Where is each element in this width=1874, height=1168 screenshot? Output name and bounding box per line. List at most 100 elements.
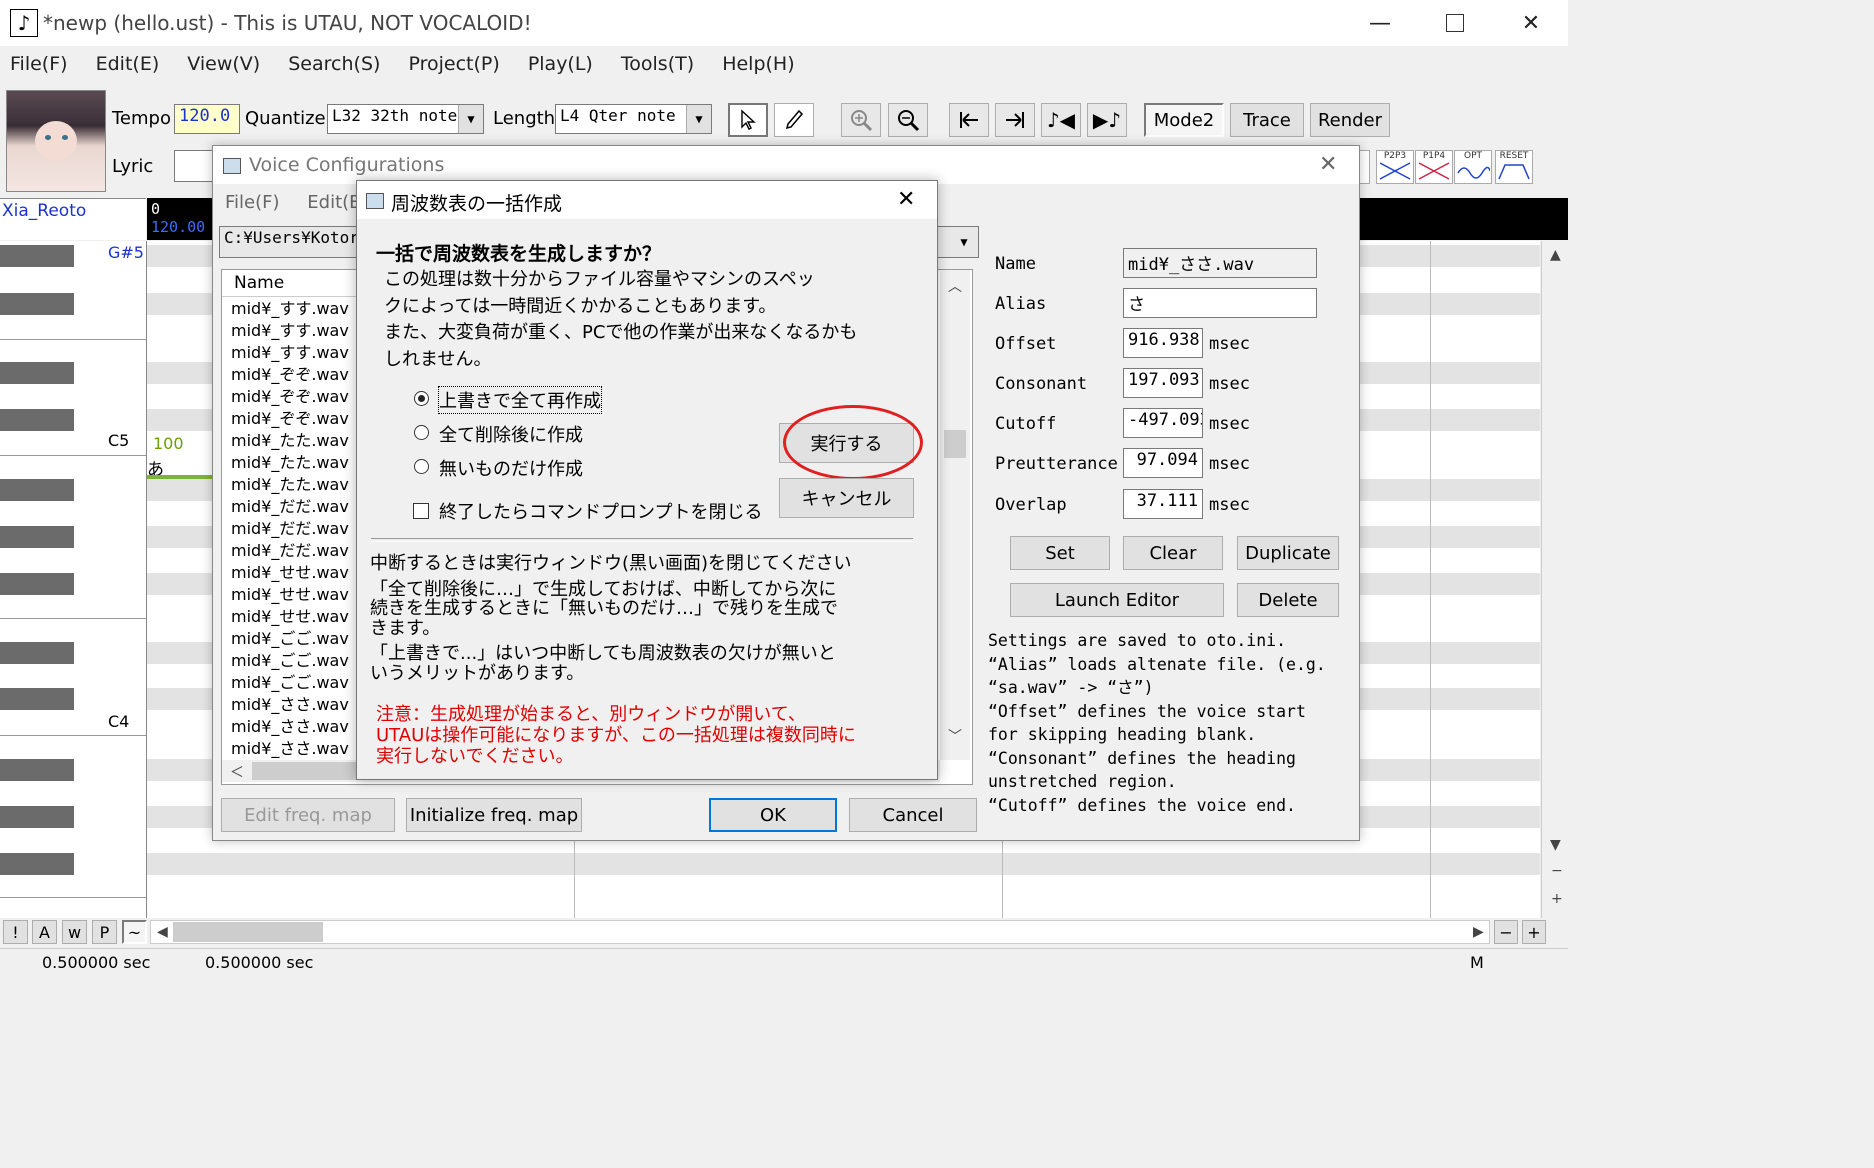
note-velocity: 100	[153, 434, 184, 453]
help-line: unstretched region.	[988, 772, 1177, 791]
a-button[interactable]: A	[32, 920, 57, 944]
freq-cancel-button[interactable]: キャンセル	[779, 478, 914, 518]
delete-button[interactable]: Delete	[1237, 583, 1339, 617]
offset-field[interactable]: 916.938	[1123, 328, 1203, 358]
lyric-input[interactable]	[174, 150, 214, 182]
vertical-scrollbar[interactable]: ▲ ▼ − +	[1541, 241, 1569, 918]
envelope-opt-icon[interactable]: OPT	[1454, 150, 1492, 184]
black-key	[0, 293, 74, 315]
render-button[interactable]: Render	[1310, 103, 1390, 137]
menu-help[interactable]: Help(H)	[722, 53, 794, 75]
radio-missing-only-label[interactable]: 無いものだけ作成	[439, 455, 583, 481]
init-freq-map-button[interactable]: Initialize freq. map	[406, 798, 582, 832]
scroll-left-icon[interactable]: ＜	[230, 762, 244, 782]
scroll-up-icon[interactable]: ▲	[1550, 247, 1561, 263]
tilde-button[interactable]: ~	[122, 920, 147, 944]
cutoff-field[interactable]: -497.093	[1123, 408, 1203, 438]
exclamation-button[interactable]: !	[3, 920, 28, 944]
preutterance-label: Preutterance	[995, 454, 1118, 474]
trace-button[interactable]: Trace	[1230, 103, 1304, 137]
maximize-icon[interactable]	[1435, 8, 1475, 38]
menu-view[interactable]: View(V)	[187, 53, 260, 75]
warning-line: 実行しないでください。	[376, 746, 574, 767]
freq-dialog-close-icon[interactable]: ✕	[897, 187, 915, 212]
close-icon[interactable]: ✕	[1511, 8, 1551, 38]
zoom-in-icon[interactable]	[841, 103, 881, 137]
duplicate-button[interactable]: Duplicate	[1237, 536, 1339, 570]
radio-delete-then-create[interactable]	[414, 425, 429, 440]
radio-delete-then-create-label[interactable]: 全て削除後に作成	[439, 421, 583, 447]
cancel-button[interactable]: Cancel	[849, 798, 977, 832]
pointer-tool-icon[interactable]	[728, 103, 768, 137]
close-prompt-checkbox[interactable]	[413, 503, 429, 519]
horizontal-scrollbar[interactable]: ◀ ▶	[150, 920, 1490, 944]
black-key	[0, 573, 74, 595]
pencil-tool-icon[interactable]	[774, 103, 814, 137]
p-button[interactable]: P	[92, 920, 117, 944]
menu-file[interactable]: File(F)	[10, 53, 68, 75]
singer-avatar[interactable]	[6, 90, 106, 192]
note-line: 続きを生成するときに「無いものだけ…」で残りを生成で	[370, 598, 838, 619]
set-button[interactable]: Set	[1010, 536, 1110, 570]
w-button[interactable]: w	[62, 920, 87, 944]
jump-start-icon[interactable]	[949, 103, 989, 137]
length-select[interactable]: L4 Qter note ▼	[555, 104, 712, 134]
minimize-icon[interactable]: —	[1360, 8, 1400, 38]
menu-tools[interactable]: Tools(T)	[621, 53, 694, 75]
vc-menu-file[interactable]: File(F)	[225, 192, 280, 213]
note-bar[interactable]	[147, 475, 217, 479]
menu-edit[interactable]: Edit(E)	[96, 53, 160, 75]
envelope-p1p4-icon[interactable]: P1P4	[1415, 150, 1453, 184]
scroll-thumb[interactable]	[173, 922, 323, 942]
zoom-minus-icon[interactable]: −	[1551, 863, 1563, 879]
scroll-down-icon[interactable]: ▼	[1550, 837, 1561, 853]
close-prompt-label[interactable]: 終了したらコマンドプロンプトを閉じる	[439, 498, 762, 524]
jump-end-icon[interactable]	[995, 103, 1035, 137]
freq-dialog-titlebar: 周波数表の一括作成 ✕	[357, 181, 937, 219]
scroll-thumb[interactable]	[944, 430, 966, 458]
quantize-select[interactable]: L32 32th note ▼	[327, 104, 484, 134]
freq-dialog-title: 周波数表の一括作成	[391, 193, 563, 215]
overlap-field[interactable]: 37.111	[1123, 489, 1203, 519]
voice-config-close-icon[interactable]: ✕	[1319, 152, 1337, 177]
singer-name[interactable]: Xia_Reoto	[0, 198, 146, 240]
consonant-field[interactable]: 197.093	[1123, 368, 1203, 398]
envelope-reset-icon[interactable]: RESET	[1495, 150, 1533, 184]
menu-play[interactable]: Play(L)	[528, 53, 593, 75]
menu-project[interactable]: Project(P)	[408, 53, 499, 75]
freq-notes: 中断するときは実行ウィンドウ(黒い画面)を閉じてください 「全て削除後に…」で生…	[370, 554, 930, 683]
zoom-out-icon[interactable]	[888, 103, 928, 137]
scroll-left-icon[interactable]: ◀	[157, 924, 168, 940]
clear-button[interactable]: Clear	[1123, 536, 1223, 570]
mode2-button[interactable]: Mode2	[1144, 103, 1224, 137]
scroll-down-icon[interactable]: ﹀	[948, 726, 962, 746]
scroll-up-icon[interactable]: ︿	[948, 276, 962, 296]
list-vscroll[interactable]: ︿ ﹀	[940, 270, 970, 760]
ok-button[interactable]: OK	[709, 798, 837, 832]
path-value: C:¥Users¥Kotor	[224, 228, 359, 247]
preutterance-field[interactable]: 97.094	[1123, 448, 1203, 478]
warning-line: UTAUは操作可能になりますが、この一括処理は複数同時に	[376, 725, 856, 746]
tempo-field[interactable]: 120.0	[174, 104, 240, 134]
next-note-icon[interactable]: ▶♪	[1087, 103, 1127, 137]
radio-overwrite[interactable]	[414, 391, 429, 406]
note-line: 中断するときは実行ウィンドウ(黒い画面)を閉じてください	[370, 553, 852, 574]
menu-search[interactable]: Search(S)	[288, 53, 380, 75]
h-zoom-minus-button[interactable]: −	[1494, 920, 1518, 944]
scroll-thumb[interactable]	[252, 762, 362, 780]
radio-overwrite-label[interactable]: 上書きで全て再作成	[438, 386, 602, 414]
name-label: Name	[995, 254, 1036, 274]
envelope-p2p3-icon[interactable]: P2P3	[1376, 150, 1414, 184]
cutoff-unit: msec	[1209, 414, 1250, 434]
prev-note-icon[interactable]: ♪◀	[1041, 103, 1081, 137]
alias-field[interactable]: さ	[1123, 288, 1317, 318]
launch-editor-button[interactable]: Launch Editor	[1010, 583, 1224, 617]
window-icon	[223, 158, 241, 174]
piano-keyboard[interactable]: G#5 C5 C4	[0, 241, 147, 918]
radio-missing-only[interactable]	[414, 459, 429, 474]
edit-freq-map-button[interactable]: Edit freq. map	[221, 798, 395, 832]
zoom-plus-icon[interactable]: +	[1551, 891, 1563, 907]
scroll-right-icon[interactable]: ▶	[1473, 924, 1484, 940]
h-zoom-plus-button[interactable]: +	[1522, 920, 1546, 944]
vc-menu-edit[interactable]: Edit(E	[307, 192, 360, 213]
